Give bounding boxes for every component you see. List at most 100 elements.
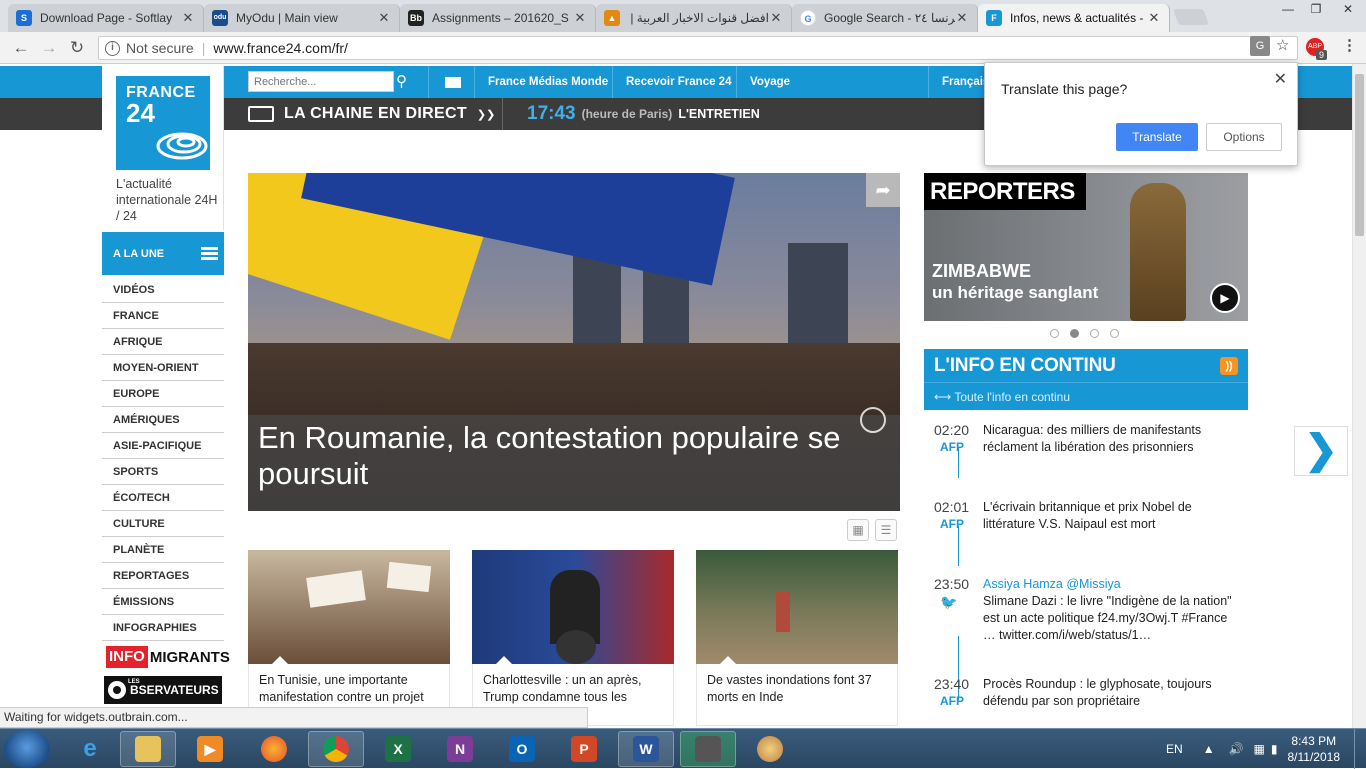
signal-icon[interactable]: ▮ — [1271, 742, 1278, 756]
translate-button[interactable]: Translate — [1116, 123, 1198, 151]
info-icon[interactable]: i — [105, 40, 120, 56]
reload-icon[interactable]: ↻ — [66, 37, 88, 59]
url-text[interactable]: www.france24.com/fr/ — [213, 40, 348, 56]
news-text[interactable]: Procès Roundup : le glyphosate, toujours… — [983, 676, 1241, 710]
menu-item-asie-pacifique[interactable]: ASIE-PACIFIQUE — [102, 433, 224, 459]
carousel-dot[interactable] — [1110, 329, 1119, 338]
menu-item-sports[interactable]: SPORTS — [102, 459, 224, 485]
tray-clock[interactable]: 8:43 PM 8/11/2018 — [1288, 733, 1341, 765]
scrollbar-thumb[interactable] — [1355, 74, 1364, 236]
live-channel-button[interactable]: LA CHAINE EN DIRECT ❯❯ — [248, 98, 495, 130]
grid-view-icon[interactable]: ▦ — [847, 519, 869, 541]
menu-item-afrique[interactable]: AFRIQUE — [102, 329, 224, 355]
taskbar-chrome[interactable] — [308, 731, 364, 767]
new-tab-button[interactable] — [1173, 9, 1209, 25]
volume-icon[interactable]: 🔊 — [1229, 742, 1244, 756]
taskbar-powerpoint[interactable]: P — [556, 731, 612, 767]
nav-voyage[interactable]: Voyage — [736, 66, 803, 98]
taskbar-ie[interactable]: e — [62, 731, 118, 767]
taskbar-explorer[interactable] — [120, 731, 176, 767]
carousel-dot[interactable] — [1090, 329, 1099, 338]
live-news-all-link[interactable]: ⟷ Toute l'info en continu — [924, 382, 1248, 410]
tab-france24[interactable]: F Infos, news & actualités - ✕ — [978, 4, 1170, 32]
start-button[interactable] — [4, 730, 50, 768]
nav-france-medias-monde[interactable]: France Médias Monde — [474, 66, 621, 98]
play-icon[interactable] — [860, 407, 886, 433]
rss-icon[interactable]: )) — [1220, 357, 1238, 375]
menu-item-france[interactable]: FRANCE — [102, 303, 224, 329]
options-button[interactable]: Options — [1206, 123, 1282, 151]
news-author[interactable]: Assiya Hamza @Missiya — [983, 576, 1241, 593]
menu-item-ameriques[interactable]: AMÉRIQUES — [102, 407, 224, 433]
next-arrow-icon[interactable]: ❯ — [1294, 426, 1348, 476]
page-scrollbar[interactable] — [1352, 64, 1366, 728]
close-icon[interactable]: ✕ — [573, 10, 587, 26]
carousel-dot[interactable] — [1050, 329, 1059, 338]
infomigrants-logo[interactable]: INFO MIGRANTS — [106, 646, 230, 668]
maximize-button[interactable]: ❐ — [1302, 0, 1330, 20]
list-view-icon[interactable]: ☰ — [875, 519, 897, 541]
tab-google-search[interactable]: G Google Search - فرنسا ٢٤ ✕ — [792, 4, 978, 32]
menu-item-culture[interactable]: CULTURE — [102, 511, 224, 537]
taskbar-outlook[interactable]: O — [494, 731, 550, 767]
play-icon[interactable]: ▶ — [1210, 283, 1240, 313]
tab-softlay[interactable]: S Download Page - Softlay ✕ — [8, 4, 204, 32]
close-window-button[interactable]: ✕ — [1330, 0, 1366, 20]
tab-assignments[interactable]: Bb Assignments – 201620_S ✕ — [400, 4, 596, 32]
language-indicator[interactable]: EN — [1166, 742, 1183, 756]
tab-myodu[interactable]: odu MyOdu | Main view ✕ — [204, 4, 400, 32]
tray-expand-icon[interactable]: ▲ — [1203, 742, 1215, 756]
menu-item-eco-tech[interactable]: ÉCO/TECH — [102, 485, 224, 511]
menu-item-europe[interactable]: EUROPE — [102, 381, 224, 407]
newsletter-button[interactable] — [428, 66, 476, 98]
translate-icon[interactable]: G — [1250, 36, 1270, 56]
carousel-dot[interactable] — [1070, 329, 1079, 338]
menu-item-emissions[interactable]: ÉMISSIONS — [102, 589, 224, 615]
close-icon[interactable]: ✕ — [181, 10, 195, 26]
menu-item-videos[interactable]: VIDÉOS — [102, 277, 224, 303]
menu-item-infographies[interactable]: INFOGRAPHIES — [102, 615, 224, 641]
close-icon[interactable]: ✕ — [377, 10, 391, 26]
search-input[interactable] — [248, 71, 394, 92]
hero-article[interactable]: ➦ En Roumanie, la contestation populaire… — [248, 173, 900, 511]
menu-item-planete[interactable]: PLANÈTE — [102, 537, 224, 563]
close-icon[interactable]: ✕ — [1274, 69, 1287, 89]
close-icon[interactable]: ✕ — [955, 10, 969, 26]
close-icon[interactable]: ✕ — [769, 10, 783, 26]
taskbar-word[interactable]: W — [618, 731, 674, 767]
taskbar-media-player[interactable]: ▶ — [182, 731, 238, 767]
article-card[interactable]: En Tunisie, une importante manifestation… — [248, 550, 450, 726]
search-icon[interactable]: ⚲ — [396, 72, 407, 90]
minimize-button[interactable]: — — [1274, 0, 1302, 20]
taskbar-paint[interactable] — [742, 731, 798, 767]
news-text[interactable]: Nicaragua: des milliers de manifestants … — [983, 422, 1241, 456]
menu-item-reportages[interactable]: REPORTAGES — [102, 563, 224, 589]
article-card[interactable]: De vastes inondations font 37 morts en I… — [696, 550, 898, 726]
taskbar-excel[interactable]: X — [370, 731, 426, 767]
news-body[interactable]: Assiya Hamza @Missiya Slimane Dazi : le … — [983, 576, 1241, 644]
nav-recevoir-france24[interactable]: Recevoir France 24 — [612, 66, 744, 98]
omnibox[interactable]: i Not secure | www.france24.com/fr/ — [98, 36, 1298, 60]
bookmark-star-icon[interactable]: ☆ — [1276, 36, 1289, 54]
taskbar-onenote[interactable]: N — [432, 731, 488, 767]
taskbar-usb-app[interactable] — [680, 731, 736, 767]
hero-title[interactable]: En Roumanie, la contestation populaire s… — [258, 420, 890, 492]
article-card[interactable]: Charlottesville : un an après, Trump con… — [472, 550, 674, 726]
observateurs-logo[interactable]: LES BSERVATEURS — [104, 676, 222, 704]
back-icon[interactable]: ← — [10, 37, 32, 59]
menu-head[interactable]: A LA UNE — [102, 232, 224, 275]
forward-icon[interactable]: → — [38, 37, 60, 59]
menu-icon[interactable]: ⋮ — [1342, 36, 1357, 54]
taskbar-firefox[interactable] — [246, 731, 302, 767]
security-label[interactable]: Not secure — [126, 40, 194, 56]
network-icon[interactable]: ▦ — [1254, 742, 1265, 756]
france24-logo[interactable]: FRANCE 24 L'actualité internationale 24H… — [102, 66, 224, 230]
show-desktop-button[interactable] — [1354, 729, 1366, 769]
close-icon[interactable]: ✕ — [1147, 10, 1161, 26]
share-icon[interactable]: ➦ — [866, 173, 900, 207]
menu-item-moyen-orient[interactable]: MOYEN-ORIENT — [102, 355, 224, 381]
reporters-promo[interactable]: REPORTERS ZIMBABWE un héritage sanglant … — [924, 173, 1248, 321]
tab-arabic-news[interactable]: ▲ افضل قنوات الاخبار العربية | ال ✕ — [596, 4, 792, 32]
article-title[interactable]: De vastes inondations font 37 morts en I… — [696, 664, 898, 726]
news-text[interactable]: L'écrivain britannique et prix Nobel de … — [983, 499, 1241, 533]
